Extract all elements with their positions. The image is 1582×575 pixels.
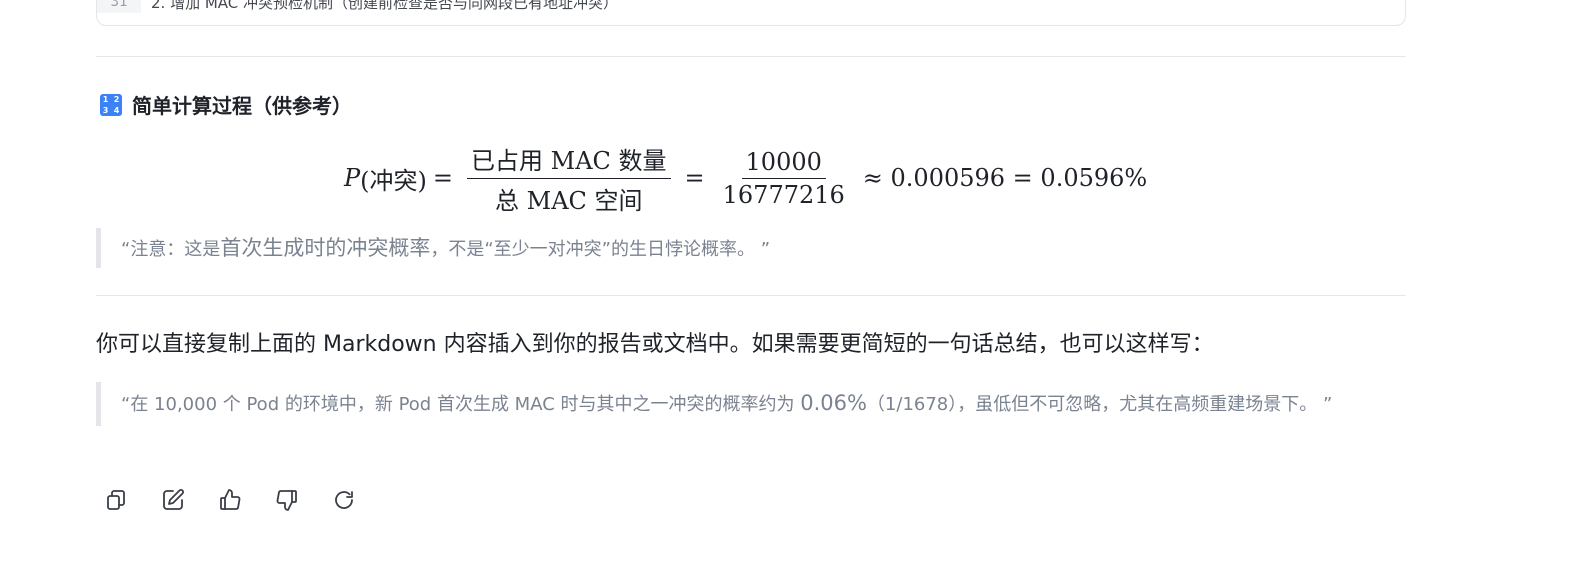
quote-text: ，不是“至少一对冲突”的生日悖论概率。 ” — [430, 239, 771, 260]
summary-blockquote: “在 10,000 个 Pod 的环境中，新 Pod 首次生成 MAC 时与其中… — [96, 382, 1406, 426]
fraction-numerator: 10000 — [741, 148, 826, 179]
fraction-numerator: 已占用 MAC 数量 — [467, 141, 671, 179]
input-numbers-icon: 1234 — [100, 93, 122, 116]
quote-emphasis: 0.06% — [800, 391, 867, 415]
code-block: 31 2. 增加 MAC 冲突预检机制（创建前检查是否与同网段已有地址冲突） — [96, 0, 1406, 26]
line-number: 31 — [97, 0, 141, 13]
formula-equals: = — [432, 164, 453, 192]
formula-variable: P — [344, 164, 361, 192]
math-formula: P (冲突) = 已占用 MAC 数量 总 MAC 空间 = 10000 167… — [344, 140, 1153, 216]
dislike-button[interactable] — [275, 486, 299, 514]
thumbs-up-icon — [220, 489, 241, 510]
formula-equals: = — [684, 164, 705, 192]
response-paragraph: 你可以直接复制上面的 Markdown 内容插入到你的报告或文档中。如果需要更简… — [96, 332, 1214, 357]
section-title: 简单计算过程（供参考） — [132, 94, 352, 118]
like-button[interactable] — [218, 486, 242, 514]
edit-icon — [163, 489, 184, 510]
message-actions — [104, 486, 356, 514]
quote-text: （1/1678），虽低但不可忽略，尤其在高频重建场景下。 ” — [866, 394, 1333, 415]
section-heading: 1234 简单计算过程（供参考） — [100, 90, 352, 119]
regenerate-button[interactable] — [332, 486, 356, 514]
quote-text: “注意：这是 — [121, 239, 221, 260]
formula-argument: (冲突) — [360, 166, 427, 195]
fraction-denominator: 总 MAC 空间 — [495, 186, 643, 215]
note-blockquote: “注意：这是首次生成时的冲突概率，不是“至少一对冲突”的生日悖论概率。 ” — [96, 228, 896, 268]
formula-result: ≈ 0.000596 = 0.0596% — [862, 164, 1148, 192]
divider — [96, 56, 1406, 57]
formula-fraction-1: 已占用 MAC 数量 总 MAC 空间 — [467, 141, 671, 216]
thumbs-down-icon — [276, 490, 297, 511]
code-line-text: 2. 增加 MAC 冲突预检机制（创建前检查是否与同网段已有地址冲突） — [151, 0, 619, 12]
fraction-denominator: 16777216 — [722, 180, 845, 209]
quote-emphasis: 首次生成时的冲突概率 — [220, 236, 431, 260]
divider — [96, 295, 1406, 296]
chat-message: 31 2. 增加 MAC 冲突预检机制（创建前检查是否与同网段已有地址冲突） 1… — [0, 0, 1582, 575]
copy-icon — [107, 490, 125, 510]
quote-text: “在 10,000 个 Pod 的环境中，新 Pod 首次生成 MAC 时与其中… — [121, 394, 801, 415]
code-line: 31 2. 增加 MAC 冲突预检机制（创建前检查是否与同网段已有地址冲突） — [97, 0, 618, 13]
edit-button[interactable] — [161, 486, 185, 514]
formula-fraction-2: 10000 16777216 — [719, 148, 849, 209]
regenerate-icon — [335, 491, 353, 509]
copy-button[interactable] — [104, 486, 128, 514]
